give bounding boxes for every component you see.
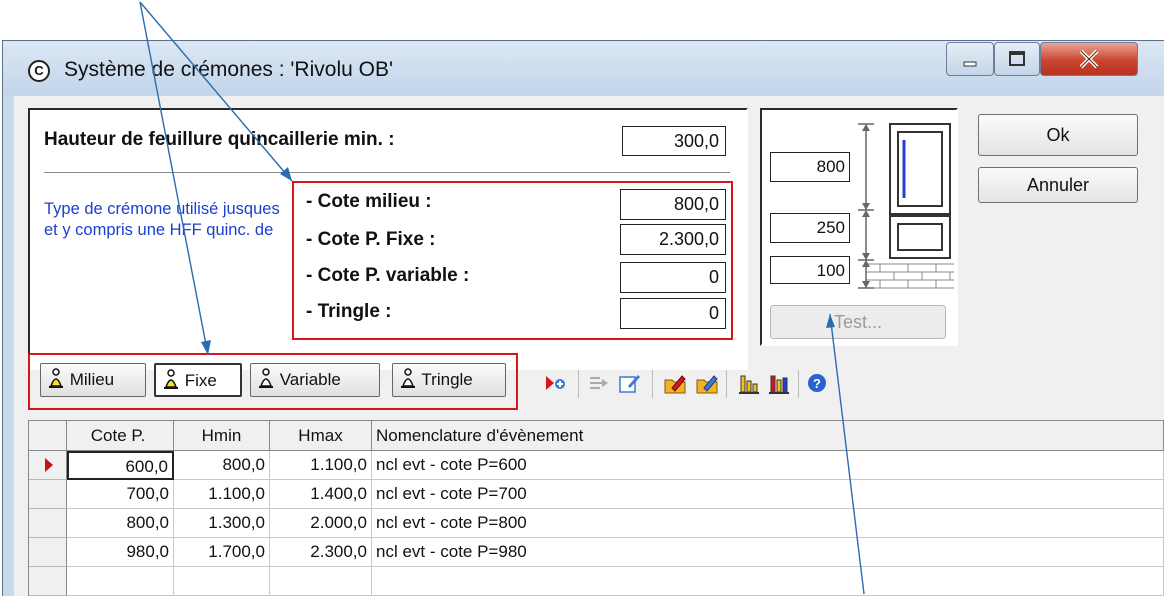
annotation-arrows bbox=[139, 1, 865, 595]
